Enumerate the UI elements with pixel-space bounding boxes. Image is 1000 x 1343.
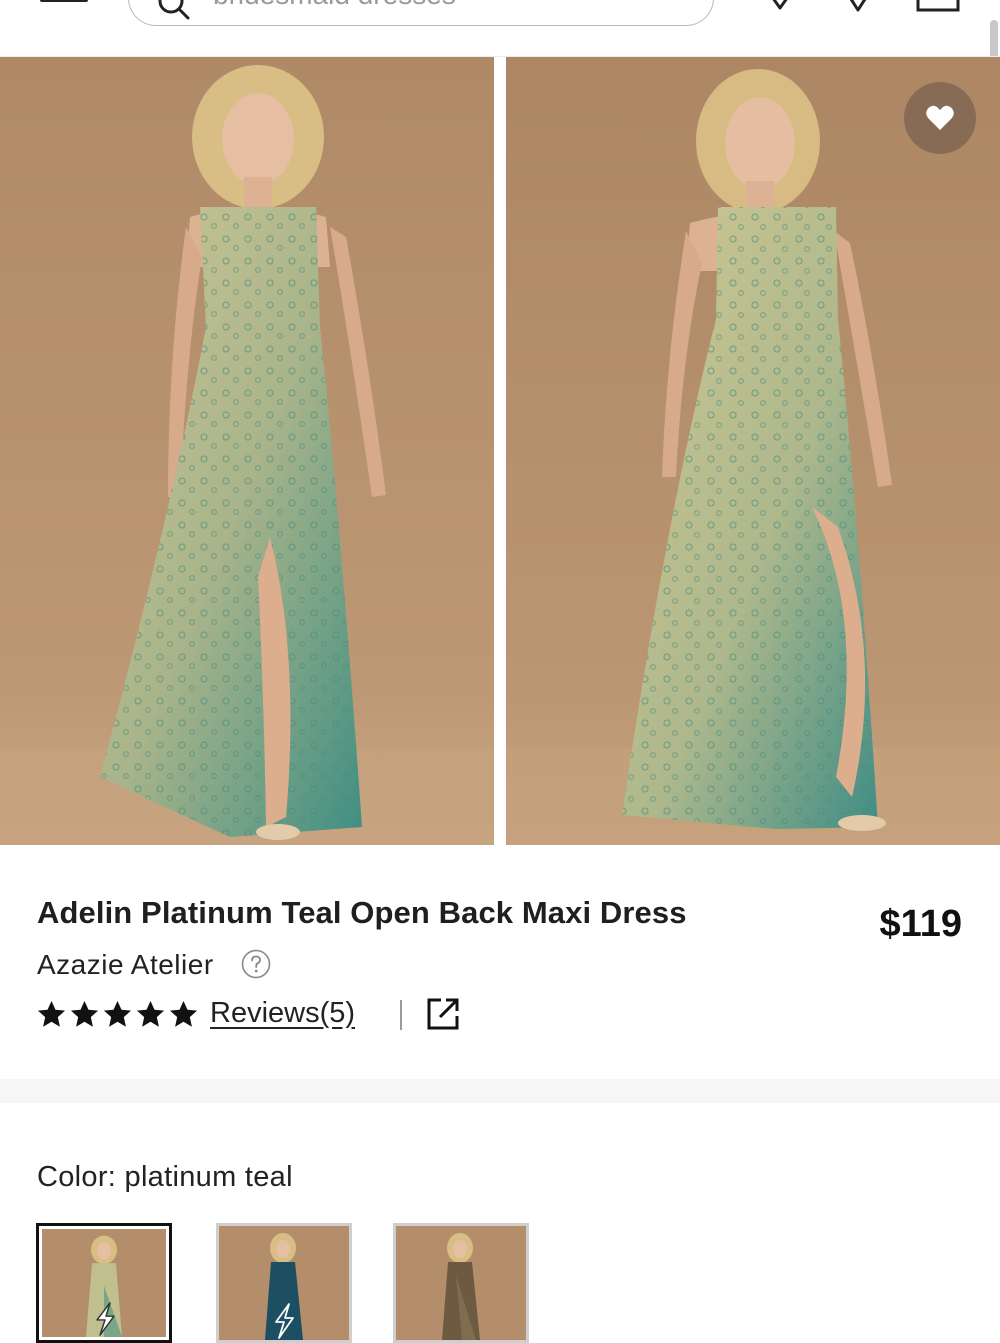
color-selector: Color: platinum teal <box>0 1103 1000 1343</box>
heart-icon[interactable] <box>756 0 804 12</box>
product-gallery[interactable] <box>0 57 1000 845</box>
separator <box>400 1000 402 1030</box>
search-icon <box>158 0 190 20</box>
color-swatch-teal[interactable] <box>216 1223 352 1343</box>
product-price: $119 <box>879 903 962 945</box>
menu-icon[interactable] <box>40 0 88 6</box>
section-divider <box>0 1079 1000 1103</box>
star-icon <box>103 1000 132 1027</box>
external-link-icon[interactable] <box>426 997 460 1031</box>
product-brand: Azazie Atelier <box>37 949 214 980</box>
color-swatch-platinum-teal[interactable] <box>36 1223 172 1343</box>
bag-icon[interactable] <box>914 0 962 12</box>
search-input[interactable] <box>213 0 673 19</box>
star-icon <box>37 1000 66 1027</box>
star-icon <box>136 1000 165 1027</box>
favorite-button[interactable] <box>904 82 976 154</box>
product-info: Adelin Platinum Teal Open Back Maxi Dres… <box>0 845 1000 1079</box>
scrollbar[interactable] <box>990 20 998 56</box>
shield-icon[interactable] <box>834 0 882 12</box>
product-title: Adelin Platinum Teal Open Back Maxi Dres… <box>37 895 687 930</box>
color-label: Color: platinum teal <box>37 1161 293 1193</box>
search-bar[interactable] <box>128 0 714 26</box>
rating-stars <box>36 999 199 1031</box>
product-photo-alt[interactable] <box>506 57 1000 845</box>
star-icon <box>169 1000 198 1027</box>
heart-icon <box>926 105 954 130</box>
reviews-link[interactable]: Reviews(5) <box>210 997 355 1030</box>
help-icon[interactable] <box>241 949 271 979</box>
color-swatch-bronze[interactable] <box>393 1223 529 1343</box>
star-icon <box>70 1000 99 1027</box>
product-photo-front[interactable] <box>0 57 494 845</box>
top-header <box>0 0 1000 57</box>
